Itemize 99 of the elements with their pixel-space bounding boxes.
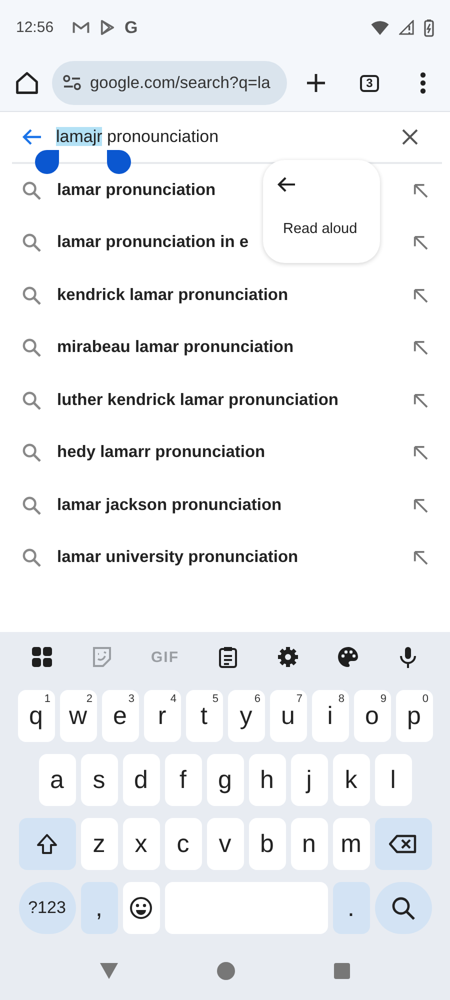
arrow-up-left-icon[interactable]	[413, 445, 428, 460]
letter-key[interactable]: u 7	[270, 690, 306, 742]
home-nav-icon[interactable]	[216, 962, 235, 980]
shift-icon	[36, 833, 58, 855]
suggestion-text[interactable]: lamar pronunciation	[57, 180, 216, 200]
key-hint: 1	[44, 693, 50, 705]
key-hint: 3	[128, 693, 134, 705]
search-icon	[22, 548, 41, 568]
letter-key[interactable]: j	[290, 754, 328, 806]
plus-icon[interactable]	[306, 73, 326, 93]
letter-key[interactable]: m	[332, 818, 370, 870]
selection-handle-icon[interactable]	[107, 150, 131, 174]
letter-key[interactable]: s	[80, 754, 118, 806]
recents-nav-icon[interactable]	[334, 963, 350, 979]
letter-key[interactable]: l	[374, 754, 412, 806]
key-hint: 0	[422, 693, 428, 705]
key-hint: 5	[212, 693, 218, 705]
battery-icon	[424, 18, 434, 36]
search-icon	[22, 338, 41, 358]
letter-key[interactable]: y 6	[228, 690, 264, 742]
key-hint: 7	[296, 693, 302, 705]
suggestion-text[interactable]: kendrick lamar pronunciation	[57, 286, 288, 305]
arrow-up-left-icon[interactable]	[413, 288, 428, 303]
smiley-icon	[129, 896, 153, 920]
period-key[interactable]: .	[332, 882, 370, 934]
letter-key[interactable]: t 5	[186, 690, 222, 742]
url-text: google.com/search?q=la	[90, 74, 270, 92]
search-icon	[22, 286, 41, 305]
microphone-icon[interactable]	[397, 646, 419, 668]
letter-key[interactable]: x	[122, 818, 160, 870]
suggestion-text[interactable]: luther kendrick lamar pronunciation	[57, 390, 338, 410]
tune-icon[interactable]	[62, 75, 82, 91]
letter-key[interactable]: d	[122, 754, 160, 806]
search-icon	[22, 390, 41, 410]
arrow-up-left-icon[interactable]	[413, 392, 428, 408]
comma-key[interactable]: ,	[80, 882, 118, 934]
key-hint: 4	[170, 693, 176, 705]
letter-key[interactable]: q 1	[18, 690, 54, 742]
letter-key[interactable]: g	[206, 754, 244, 806]
clipboard-icon[interactable]	[217, 646, 239, 668]
letter-key[interactable]: v	[206, 818, 244, 870]
suggestion-text[interactable]: mirabeau lamar pronunciation	[57, 338, 294, 358]
arrow-up-left-icon[interactable]	[413, 182, 428, 198]
letter-key[interactable]: k	[332, 754, 370, 806]
arrow-up-left-icon[interactable]	[413, 550, 428, 566]
symbols-key[interactable]: ?123	[18, 882, 76, 934]
key-hint: 6	[254, 693, 260, 705]
settings-icon[interactable]	[277, 646, 299, 668]
mail-icon	[72, 20, 90, 35]
palette-icon[interactable]	[337, 646, 359, 668]
key-hint: 9	[380, 693, 386, 705]
key-hint: 8	[338, 693, 344, 705]
suggestion-text[interactable]: lamar pronunciation in e	[57, 233, 249, 252]
apps-icon[interactable]	[31, 646, 53, 668]
search-field[interactable]: lamajr pronounciation	[56, 127, 402, 147]
suggestion-text[interactable]: lamar jackson pronunciation	[57, 496, 282, 515]
search-icon	[22, 233, 41, 252]
home-icon[interactable]	[14, 70, 40, 96]
emoji-key[interactable]	[122, 882, 160, 934]
backspace-key[interactable]	[374, 818, 432, 870]
letter-key[interactable]: p 0	[396, 690, 432, 742]
letter-key[interactable]: r 4	[144, 690, 180, 742]
selection-handle-icon[interactable]	[35, 150, 59, 174]
search-icon	[22, 496, 41, 515]
more-menu-icon[interactable]	[420, 72, 426, 94]
read-aloud-item[interactable]: Read aloud	[283, 221, 358, 237]
shift-key[interactable]	[18, 818, 76, 870]
letter-key[interactable]: c	[164, 818, 202, 870]
back-arrow-icon[interactable]	[277, 176, 296, 193]
signal-icon	[399, 20, 414, 35]
suggestion-text[interactable]: lamar university pronunciation	[57, 548, 298, 568]
arrow-up-left-icon[interactable]	[413, 498, 428, 513]
search-icon	[22, 180, 41, 200]
letter-key[interactable]: b	[248, 818, 286, 870]
arrow-up-left-icon[interactable]	[413, 340, 428, 356]
letter-key[interactable]: h	[248, 754, 286, 806]
search-icon	[391, 896, 415, 920]
search-key[interactable]	[374, 882, 432, 934]
letter-key[interactable]: e 3	[102, 690, 138, 742]
letter-key[interactable]: a	[38, 754, 76, 806]
address-bar[interactable]: google.com/search?q=la	[52, 61, 287, 105]
letter-key[interactable]: z	[80, 818, 118, 870]
notification-icon: G	[124, 18, 138, 38]
status-time: 12:56	[16, 19, 54, 36]
letter-key[interactable]: f	[164, 754, 202, 806]
letter-key[interactable]: n	[290, 818, 328, 870]
key-hint: 2	[86, 693, 92, 705]
close-icon[interactable]	[402, 129, 418, 145]
tab-count-button[interactable]: 3	[360, 74, 379, 92]
letter-key[interactable]: i 8	[312, 690, 348, 742]
arrow-up-left-icon[interactable]	[413, 235, 428, 250]
backspace-icon	[389, 834, 417, 854]
play-icon	[100, 19, 115, 36]
letter-key[interactable]: o 9	[354, 690, 390, 742]
back-nav-icon[interactable]	[100, 963, 118, 979]
suggestion-text[interactable]: hedy lamarr pronunciation	[57, 443, 266, 462]
letter-key[interactable]: w 2	[60, 690, 96, 742]
wifi-icon	[371, 20, 389, 34]
search-icon	[22, 443, 41, 462]
